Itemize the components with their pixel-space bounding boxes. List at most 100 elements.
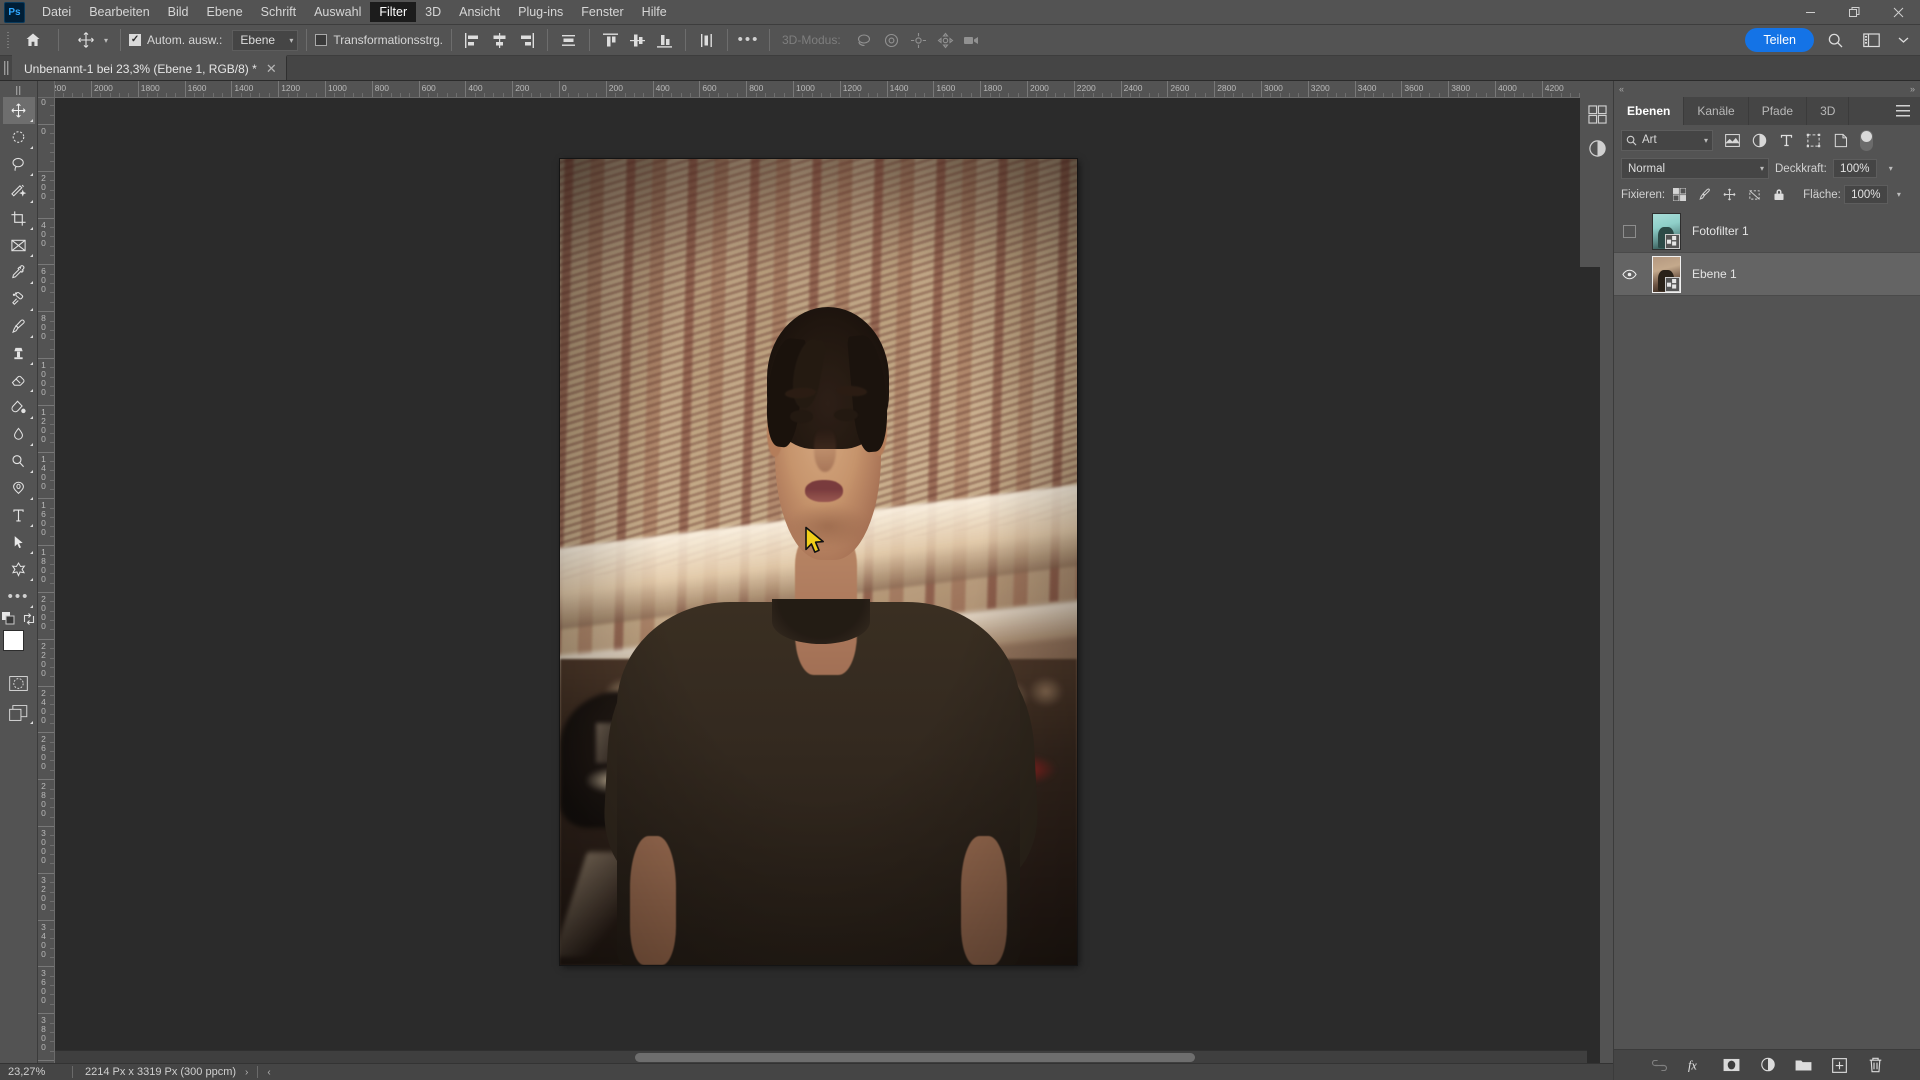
gradient-tool[interactable] bbox=[3, 394, 35, 421]
filter-smart-object-icon[interactable] bbox=[1828, 128, 1853, 152]
lock-artboard-nesting-icon[interactable] bbox=[1743, 185, 1765, 205]
fill-value[interactable]: 100% bbox=[1843, 185, 1888, 204]
default-colors-icon[interactable] bbox=[1, 612, 16, 626]
menu-hilfe[interactable]: Hilfe bbox=[633, 2, 676, 22]
align-vertical-centers-icon[interactable] bbox=[625, 28, 650, 52]
restore-button[interactable] bbox=[1832, 0, 1876, 25]
edit-toolbar-tool[interactable]: ••• bbox=[3, 583, 35, 610]
lock-position-icon[interactable] bbox=[1718, 185, 1740, 205]
properties-panel-icon[interactable] bbox=[1580, 97, 1614, 131]
tab-bar-grip[interactable] bbox=[0, 55, 12, 80]
add-layer-mask-button[interactable] bbox=[1721, 1053, 1743, 1077]
roll-3d-icon[interactable] bbox=[878, 28, 905, 52]
eraser-tool[interactable] bbox=[3, 367, 35, 394]
search-icon[interactable] bbox=[1820, 26, 1850, 54]
menu-fenster[interactable]: Fenster bbox=[572, 2, 632, 22]
fill-chevron-down-icon[interactable]: ▾ bbox=[1897, 190, 1901, 199]
opacity-value[interactable]: 100% bbox=[1832, 159, 1877, 178]
checkbox-box[interactable] bbox=[315, 34, 328, 46]
delete-layer-button[interactable] bbox=[1865, 1053, 1887, 1077]
layer-row-fotofilter-1[interactable]: Fotofilter 1 bbox=[1614, 210, 1920, 253]
horizontal-ruler[interactable]: 2200200018001600140012001000800600400200… bbox=[55, 81, 1600, 98]
ruler-origin-corner[interactable] bbox=[38, 81, 55, 98]
lock-transparent-pixels-icon[interactable] bbox=[1668, 185, 1690, 205]
brush-tool[interactable] bbox=[3, 313, 35, 340]
color-swatches[interactable] bbox=[2, 629, 36, 663]
checkbox-box[interactable]: ✓ bbox=[129, 34, 142, 46]
align-right-edges-icon[interactable] bbox=[514, 28, 539, 52]
tab-pfade[interactable]: Pfade bbox=[1749, 97, 1808, 125]
workspace-panel-icon[interactable] bbox=[1856, 26, 1886, 54]
panel-menu-icon[interactable] bbox=[1886, 97, 1920, 125]
swap-colors-icon[interactable] bbox=[22, 612, 36, 626]
new-fill-adjustment-layer-button[interactable] bbox=[1757, 1053, 1779, 1077]
layer-name[interactable]: Ebene 1 bbox=[1692, 267, 1737, 281]
layer-name[interactable]: Fotofilter 1 bbox=[1692, 224, 1749, 238]
menu-plugins[interactable]: Plug-ins bbox=[509, 2, 572, 22]
dodge-tool[interactable] bbox=[3, 448, 35, 475]
distribute-horizontally-icon[interactable] bbox=[556, 28, 581, 52]
document-artboard[interactable] bbox=[560, 159, 1077, 965]
pan-3d-icon[interactable] bbox=[905, 28, 932, 52]
options-bar-grip[interactable] bbox=[4, 30, 13, 50]
filter-pixel-icon[interactable] bbox=[1720, 128, 1745, 152]
share-button[interactable]: Teilen bbox=[1745, 28, 1814, 52]
active-tool-preset[interactable]: ▾ bbox=[73, 27, 112, 53]
tab-kanaele[interactable]: Kanäle bbox=[1684, 97, 1749, 125]
opacity-chevron-down-icon[interactable]: ▾ bbox=[1889, 164, 1893, 173]
menu-schrift[interactable]: Schrift bbox=[252, 2, 305, 22]
document-tab[interactable]: Unbenannt-1 bei 23,3% (Ebene 1, RGB/8) *… bbox=[12, 55, 287, 80]
tab-3d[interactable]: 3D bbox=[1807, 97, 1850, 125]
filter-adjustment-icon[interactable] bbox=[1747, 128, 1772, 152]
chevron-down-icon[interactable] bbox=[1892, 26, 1914, 54]
eyedropper-tool[interactable] bbox=[3, 259, 35, 286]
lock-image-pixels-icon[interactable] bbox=[1693, 185, 1715, 205]
move-tool[interactable] bbox=[2, 97, 35, 124]
layer-thumbnail-cell[interactable] bbox=[1647, 212, 1685, 250]
foreground-color-swatch[interactable] bbox=[2, 630, 24, 651]
auto-select-checkbox[interactable]: ✓ Autom. ausw.: bbox=[129, 33, 222, 47]
align-top-edges-icon[interactable] bbox=[598, 28, 623, 52]
clone-stamp-tool[interactable] bbox=[3, 340, 35, 367]
blend-mode-select[interactable]: Normal ▾ bbox=[1621, 158, 1769, 179]
transform-controls-checkbox[interactable]: Transformationsstrg. bbox=[315, 33, 443, 47]
menu-bearbeiten[interactable]: Bearbeiten bbox=[80, 2, 158, 22]
spot-healing-brush-tool[interactable] bbox=[3, 286, 35, 313]
path-selection-tool[interactable] bbox=[3, 529, 35, 556]
horizontal-scrollbar[interactable] bbox=[55, 1050, 1587, 1063]
link-layers-button[interactable] bbox=[1649, 1053, 1671, 1077]
close-button[interactable] bbox=[1876, 0, 1920, 25]
orbit-3d-icon[interactable] bbox=[851, 28, 878, 52]
crop-tool[interactable] bbox=[3, 205, 35, 232]
filter-shape-icon[interactable] bbox=[1801, 128, 1826, 152]
layer-filter-toggle[interactable] bbox=[1860, 129, 1873, 151]
vertical-ruler[interactable]: 2000200400600800100012001400160018002000… bbox=[38, 98, 55, 1063]
screen-mode-icon[interactable] bbox=[3, 699, 35, 726]
tab-ebenen[interactable]: Ebenen bbox=[1614, 97, 1685, 125]
menu-auswahl[interactable]: Auswahl bbox=[305, 2, 370, 22]
layer-visibility-toggle[interactable] bbox=[1618, 224, 1640, 238]
new-group-button[interactable] bbox=[1793, 1053, 1815, 1077]
frame-tool[interactable] bbox=[3, 232, 35, 259]
chevron-down-icon[interactable]: ▾ bbox=[104, 36, 108, 45]
menu-ansicht[interactable]: Ansicht bbox=[450, 2, 509, 22]
more-align-options-button[interactable]: ••• bbox=[736, 28, 761, 52]
zoom-level[interactable]: 23,27% bbox=[0, 1066, 72, 1078]
align-bottom-edges-icon[interactable] bbox=[652, 28, 677, 52]
new-layer-button[interactable] bbox=[1829, 1053, 1851, 1077]
close-icon[interactable]: ✕ bbox=[266, 62, 277, 75]
custom-shape-tool[interactable] bbox=[3, 556, 35, 583]
menu-bild[interactable]: Bild bbox=[159, 2, 198, 22]
layer-visibility-toggle[interactable] bbox=[1618, 269, 1640, 280]
menu-datei[interactable]: Datei bbox=[33, 2, 80, 22]
home-icon[interactable] bbox=[16, 26, 50, 55]
layer-style-button[interactable]: fx bbox=[1685, 1053, 1707, 1077]
layer-thumbnail-cell[interactable] bbox=[1647, 255, 1685, 293]
filter-type-icon[interactable] bbox=[1774, 128, 1799, 152]
align-horizontal-centers-icon[interactable] bbox=[487, 28, 512, 52]
scrollbar-thumb[interactable] bbox=[635, 1053, 1195, 1062]
slide-3d-icon[interactable] bbox=[932, 28, 959, 52]
minimize-button[interactable] bbox=[1788, 0, 1832, 25]
canvas-viewport[interactable] bbox=[55, 98, 1600, 1063]
rectangular-marquee-tool[interactable] bbox=[3, 124, 35, 151]
